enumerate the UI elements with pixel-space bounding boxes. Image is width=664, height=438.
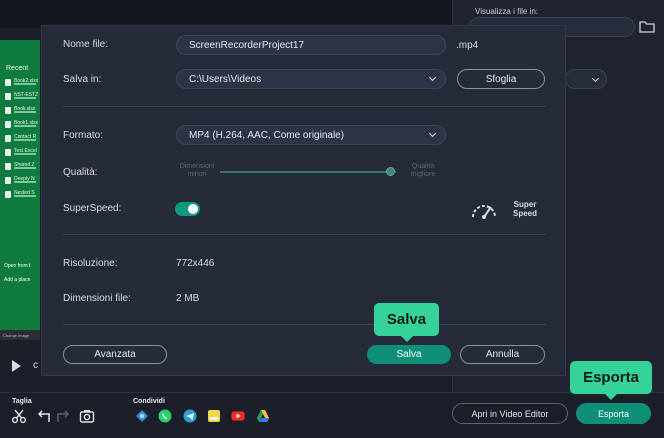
notes-share-icon[interactable] <box>207 409 221 423</box>
save-button[interactable]: Salva <box>367 345 451 364</box>
super-speed-badge: Super Speed <box>512 200 537 218</box>
file-icon <box>5 79 11 86</box>
divider <box>63 234 546 235</box>
preview-add-place: Add a place <box>4 277 31 283</box>
condividi-label: Condividi <box>133 398 165 405</box>
scissors-icon[interactable] <box>11 408 27 424</box>
file-icon <box>5 107 11 114</box>
whatsapp-icon[interactable] <box>158 409 172 423</box>
file-icon <box>5 191 11 198</box>
quality-slider-handle[interactable] <box>385 167 395 176</box>
format-select[interactable]: MP4 (H.264, AAC, Come originale) <box>176 125 446 145</box>
preview-file-row: Test Excel <box>5 148 39 157</box>
file-name-input[interactable]: ScreenRecorderProject17 <box>176 35 446 55</box>
salva-in-label: Salva in: <box>63 74 102 85</box>
preview-change-image: Change Image <box>0 330 40 340</box>
superspeed-toggle[interactable] <box>175 202 200 216</box>
save-dialog: Nome file: ScreenRecorderProject17 .mp4 … <box>41 25 566 376</box>
taglia-label: Taglia <box>12 398 32 405</box>
file-icon <box>5 163 11 170</box>
preview-file-row: Book1.xlsx <box>5 120 39 129</box>
cancel-button[interactable]: Annulla <box>460 345 545 364</box>
salva-callout: Salva <box>374 303 439 342</box>
save-location-select[interactable]: C:\Users\Videos <box>176 69 446 89</box>
chevron-down-icon <box>428 129 437 138</box>
divider <box>63 324 546 325</box>
play-icon[interactable] <box>12 360 21 372</box>
preview-file-row: Nested S <box>5 190 39 199</box>
video-preview: Recent Book2.xlsx NST-ESTZ Book.xlsx Boo… <box>0 40 40 340</box>
qualita-label: Qualità: <box>63 167 98 178</box>
save-location-value: C:\Users\Videos <box>189 74 262 85</box>
preview-recent-label: Recent <box>6 65 29 72</box>
preview-file-row: Book2.xlsx <box>5 78 39 87</box>
superspeed-label: SuperSpeed: <box>63 203 122 214</box>
quality-min-label: Dimensioni minori <box>179 163 215 178</box>
file-extension: .mp4 <box>456 40 479 51</box>
cloud-share-icon[interactable] <box>135 409 149 423</box>
preview-file-row: NST-ESTZ <box>5 92 39 101</box>
divider <box>63 106 546 107</box>
preview-file-row: Contact R <box>5 134 39 143</box>
preview-file-row: Deeply N <box>5 176 39 185</box>
browse-button[interactable]: Sfoglia <box>457 69 545 89</box>
folder-icon[interactable] <box>639 19 655 33</box>
risoluzione-label: Risoluzione: <box>63 258 118 269</box>
undo-icon[interactable] <box>35 408 51 424</box>
preview-file-row: Shared Z <box>5 162 39 171</box>
quality-max-label: Qualità migliore <box>410 163 436 178</box>
formato-label: Formato: <box>63 130 104 141</box>
quality-slider-track[interactable] <box>220 171 396 173</box>
bottom-toolbar: Taglia Condividi Apri in Video Editor Es… <box>0 392 664 438</box>
visualizza-label: Visualizza i file in: <box>475 7 538 16</box>
advanced-button[interactable]: Avanzata <box>63 345 167 364</box>
file-size-value: 2 MB <box>176 293 200 304</box>
file-icon <box>5 177 11 184</box>
file-icon <box>5 135 11 142</box>
preview-open-from: Open from t <box>4 263 31 269</box>
google-drive-icon[interactable] <box>256 409 270 423</box>
play-extra-glyph: c <box>33 360 38 371</box>
camera-icon[interactable] <box>79 408 95 424</box>
file-icon <box>5 149 11 156</box>
esporta-button[interactable]: Esporta <box>576 403 651 424</box>
speedometer-icon <box>472 205 496 219</box>
youtube-icon[interactable] <box>231 409 245 423</box>
chevron-down-icon <box>428 73 437 82</box>
telegram-icon[interactable] <box>183 409 197 423</box>
resolution-value: 772x446 <box>176 258 215 269</box>
open-video-editor-button[interactable]: Apri in Video Editor <box>452 403 568 424</box>
panel-dropdown[interactable] <box>565 69 607 89</box>
preview-file-row: Book.xlsx <box>5 106 39 115</box>
nome-file-label: Nome file: <box>63 39 109 50</box>
esporta-callout: Esporta <box>570 361 652 400</box>
redo-icon[interactable] <box>56 408 72 424</box>
format-value: MP4 (H.264, AAC, Come originale) <box>189 130 345 141</box>
dimensioni-label: Dimensioni file: <box>63 293 131 304</box>
file-icon <box>5 121 11 128</box>
file-icon <box>5 93 11 100</box>
